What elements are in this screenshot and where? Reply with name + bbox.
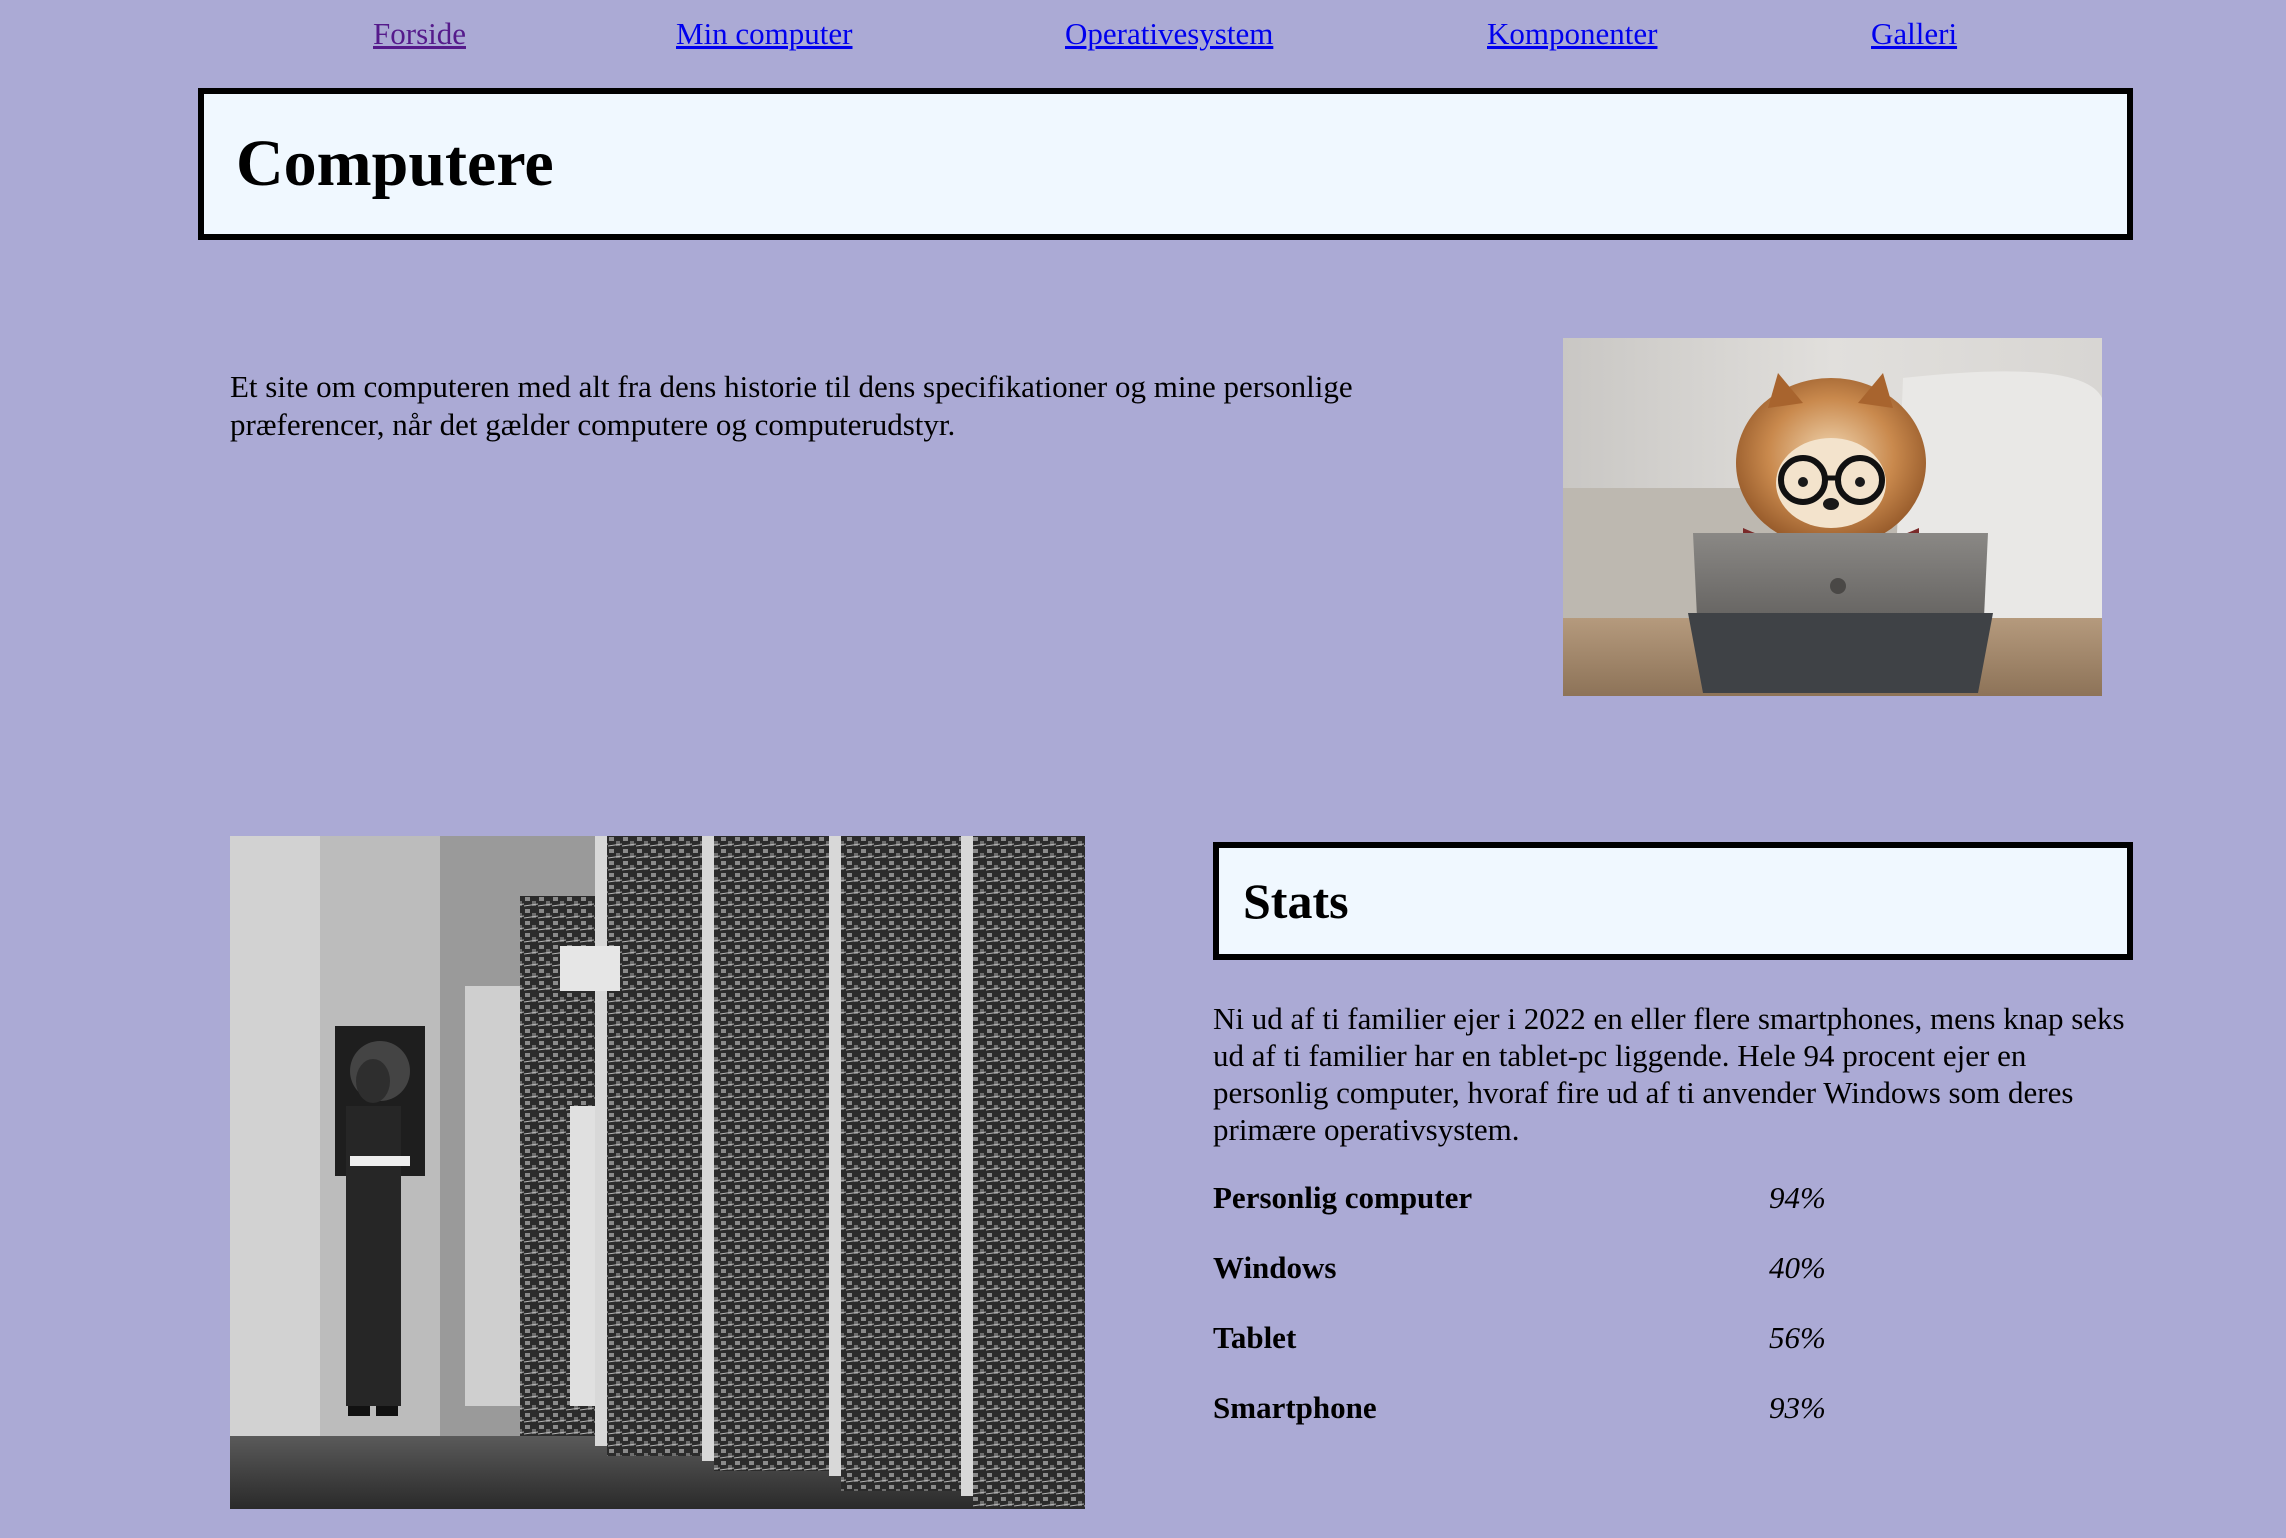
page-title: Computere [236,127,554,200]
dog-photo-illustration [1563,338,2102,696]
stat-label: Tablet [1213,1320,1297,1355]
stat-value: 94% [1769,1180,1826,1215]
stat-label: Smartphone [1213,1390,1377,1425]
nav-link-operativesystem[interactable]: Operativesystem [1065,14,1273,54]
page-header: Computere [198,88,2133,240]
stat-row-windows: Windows 40% [1213,1248,2113,1292]
stats-title: Stats [1243,873,1349,929]
nav-link-min-computer[interactable]: Min computer [676,14,853,54]
stat-value: 93% [1769,1390,1826,1425]
dog-photo [1563,338,2102,696]
intro-text: Et site om computeren med alt fra dens h… [230,369,1353,442]
stat-row-personlig-computer: Personlig computer 94% [1213,1178,2113,1222]
stat-value: 40% [1769,1250,1826,1285]
stat-row-tablet: Tablet 56% [1213,1318,2113,1362]
stats-description: Ni ud af ti familier ejer i 2022 en elle… [1213,1001,2125,1147]
stats-header: Stats [1213,842,2133,960]
stat-label: Windows [1213,1250,1337,1285]
nav-link-forside[interactable]: Forside [373,14,466,54]
nav-link-komponenter[interactable]: Komponenter [1487,14,1657,54]
nav-link-galleri[interactable]: Galleri [1871,14,1957,54]
main-navigation: Forside Min computer Operativesystem Kom… [0,14,2286,58]
stat-value: 56% [1769,1320,1826,1355]
mainframe-computer-photo [230,836,1085,1509]
stat-row-smartphone: Smartphone 93% [1213,1388,2113,1432]
mainframe-photo-illustration [230,836,1085,1509]
stat-label: Personlig computer [1213,1180,1473,1215]
